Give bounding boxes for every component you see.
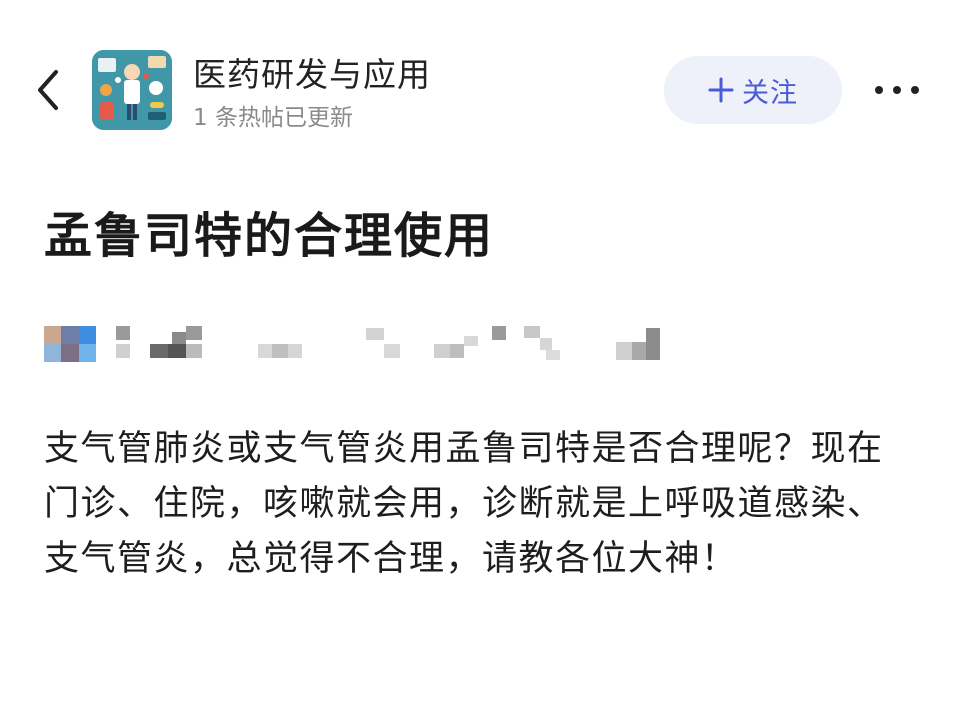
back-button[interactable] <box>24 60 72 120</box>
follow-button[interactable]: 关注 <box>664 56 842 124</box>
post-body: 支气管肺炎或支气管炎用孟鲁司特是否合理呢？现在门诊、住院，咳嗽就会用，诊断就是上… <box>44 429 884 579</box>
board-avatar-image <box>92 50 172 130</box>
board-avatar[interactable] <box>92 50 172 130</box>
plus-icon <box>708 77 734 103</box>
author-info-blurred <box>114 324 744 364</box>
board-name[interactable]: 医药研发与应用 <box>193 48 431 96</box>
chevron-left-icon <box>38 70 58 110</box>
board-update-status: 1 条热帖已更新 <box>193 105 353 131</box>
author-avatar[interactable] <box>44 326 96 362</box>
header: 医药研发与应用 1 条热帖已更新 关注 <box>0 0 960 150</box>
author-row[interactable] <box>44 322 744 366</box>
follow-label: 关注 <box>742 77 798 109</box>
post-title: 孟鲁司特的合理使用 <box>44 208 495 264</box>
more-horizontal-icon <box>875 86 919 94</box>
more-button[interactable] <box>870 70 924 110</box>
